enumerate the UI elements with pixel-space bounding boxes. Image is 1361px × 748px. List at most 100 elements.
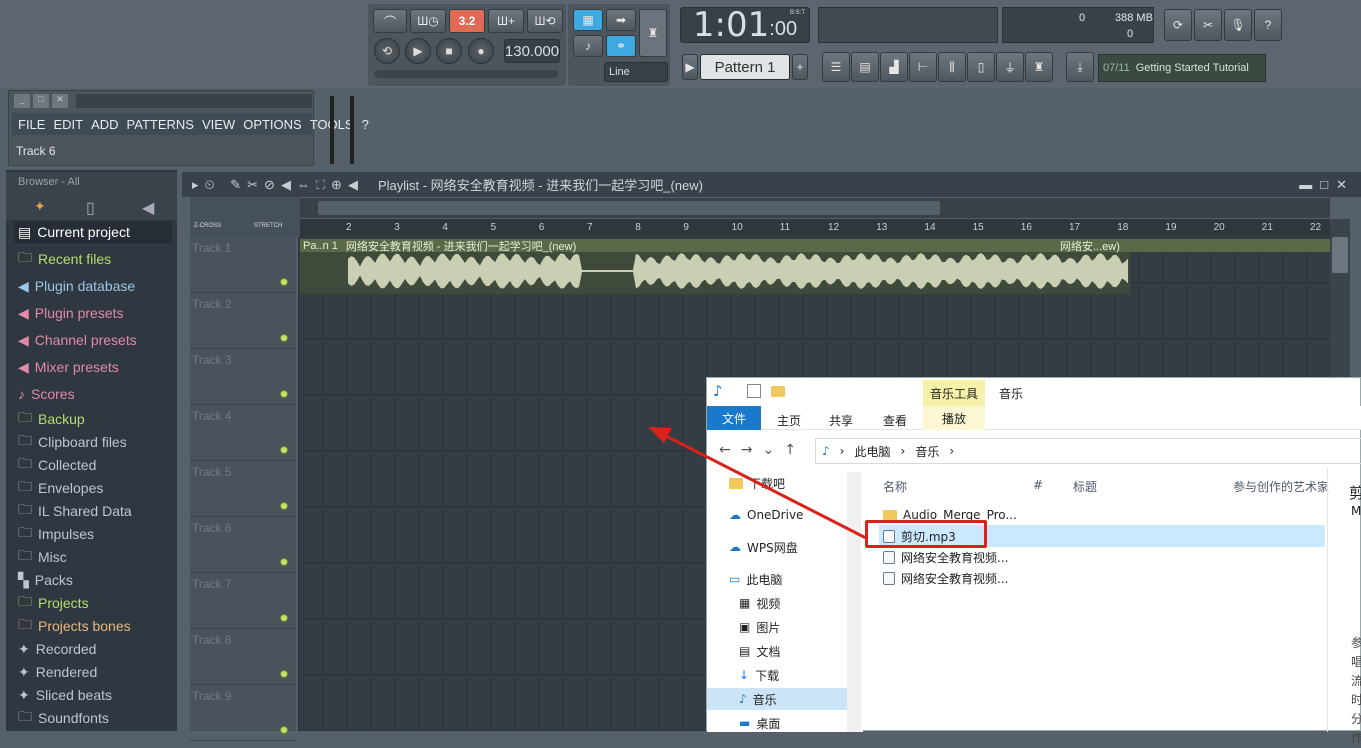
- hscroll-thumb[interactable]: [318, 201, 940, 215]
- track-header[interactable]: Track 3: [190, 349, 296, 405]
- tempo-display[interactable]: 130.000: [504, 39, 560, 63]
- browser-item-envelopes[interactable]: 🗀 Envelopes: [18, 477, 103, 499]
- browser-item-mixer-presets[interactable]: ◀ Mixer presets: [18, 356, 119, 378]
- nav-downloads[interactable]: ↓ 下载: [739, 664, 779, 686]
- browser-item-collected[interactable]: 🗀 Collected: [18, 454, 96, 476]
- pattern-selector[interactable]: Pattern 1: [700, 54, 790, 80]
- snap-icon[interactable]: ♪: [573, 35, 603, 57]
- audio-clip-header[interactable]: Pa..n 1 网络安全教育视频 - 进来我们一起学习吧_(new) 网络安..…: [300, 239, 1330, 253]
- breadcrumb-music[interactable]: 音乐: [915, 443, 939, 460]
- track-enable-led[interactable]: [280, 502, 288, 510]
- file-row[interactable]: 网络安全教育视频...: [883, 547, 1008, 567]
- browser-item-projects[interactable]: 🗀 Projects: [18, 592, 89, 614]
- project-info-icon[interactable]: ▯: [967, 52, 995, 82]
- browser-window-icon[interactable]: ⊢: [909, 52, 937, 82]
- nav-pictures[interactable]: ▣ 图片: [739, 616, 780, 638]
- track-enable-led[interactable]: [280, 334, 288, 342]
- track-enable-led[interactable]: [280, 278, 288, 286]
- breadcrumb-pc[interactable]: 此电脑: [854, 443, 890, 460]
- playlist-tools-icons[interactable]: ▸⏲ ✎✂⊘◀⇔⛶⊕◀: [192, 177, 364, 193]
- browser-speaker-icon[interactable]: ◀: [142, 198, 154, 218]
- browser-item-il-shared-data[interactable]: 🗀 IL Shared Data: [18, 500, 132, 522]
- file-row[interactable]: 网络安全教育视频...: [883, 568, 1008, 588]
- master-volume-slider[interactable]: [330, 96, 334, 164]
- track-enable-led[interactable]: [280, 726, 288, 734]
- col-title[interactable]: 标题: [1073, 478, 1097, 495]
- menu-view[interactable]: VIEW: [202, 117, 235, 132]
- undo-icon[interactable]: ⟳: [1164, 9, 1192, 41]
- menu-help[interactable]: ?: [362, 117, 369, 132]
- address-bar[interactable]: ♪ › 此电脑 › 音乐 ›: [815, 438, 1361, 464]
- browser-item-misc[interactable]: 🗀 Misc: [18, 546, 67, 568]
- download-icon[interactable]: ⤓: [1066, 52, 1094, 82]
- tempo-tapper-icon[interactable]: ♜: [1025, 52, 1053, 82]
- browser-filter[interactable]: Browser - All: [18, 176, 80, 188]
- browser-item-impulses[interactable]: 🗀 Impulses: [18, 523, 94, 545]
- col-name[interactable]: 名称: [883, 478, 907, 495]
- browser-item-plugin-database[interactable]: ◀ Plugin database: [18, 275, 135, 297]
- menu-options[interactable]: OPTIONS: [243, 117, 302, 132]
- browser-snap-icon[interactable]: ✦: [34, 198, 46, 215]
- track-header[interactable]: Track 8: [190, 629, 296, 685]
- track-header[interactable]: Track 9: [190, 685, 296, 741]
- track-header[interactable]: Track 6: [190, 517, 296, 573]
- nav-onedrive[interactable]: ☁ OneDrive: [729, 504, 803, 526]
- browser-item-recent-files[interactable]: 🗀 Recent files: [18, 248, 111, 270]
- track-enable-led[interactable]: [280, 446, 288, 454]
- track-enable-led[interactable]: [280, 558, 288, 566]
- ribbon-tab-share[interactable]: 共享: [829, 412, 853, 429]
- play-button[interactable]: ▶: [405, 38, 431, 64]
- playlist-window-controls[interactable]: ▬□✕: [1299, 177, 1355, 193]
- nav-videos[interactable]: ▦ 视频: [739, 592, 780, 614]
- song-position-display[interactable]: 1:01 :00 B:S:T: [680, 5, 810, 45]
- step-edit-button[interactable]: Ш+: [488, 9, 524, 33]
- tap-tempo-button[interactable]: ♜: [639, 9, 667, 57]
- metronome-button[interactable]: ⌒: [373, 9, 407, 33]
- snap-selector[interactable]: Line: [604, 62, 668, 82]
- master-pitch-slider[interactable]: [374, 70, 558, 78]
- nav-arrows[interactable]: ←→⌄↑: [719, 442, 806, 458]
- countdown-lcd[interactable]: 3.2: [449, 9, 485, 33]
- browser-item-plugin-presets[interactable]: ◀ Plugin presets: [18, 302, 124, 324]
- browser-item-clipboard-files[interactable]: 🗀 Clipboard files: [18, 431, 127, 453]
- nav-music[interactable]: ♪ 音乐: [739, 688, 777, 710]
- loop-mode-icon[interactable]: ⟲: [374, 38, 400, 64]
- ribbon-tab-file[interactable]: 文件: [707, 406, 761, 430]
- folder-icon[interactable]: [771, 386, 785, 400]
- track-header[interactable]: Track 1: [190, 237, 296, 293]
- master-pitch-knob[interactable]: [350, 96, 354, 164]
- music-tools-tab[interactable]: 音乐工具: [923, 380, 985, 406]
- tutorial-panel[interactable]: 07/11 Getting Started Tutorial: [1098, 54, 1266, 82]
- channel-rack-icon[interactable]: ▤: [851, 52, 879, 82]
- menu-patterns[interactable]: PATTERNS: [127, 117, 194, 132]
- browser-item-recorded[interactable]: ✦ Recorded: [18, 638, 96, 660]
- nav-this-pc[interactable]: ▭ 此电脑: [729, 568, 782, 590]
- loop-record-button[interactable]: Ш⟲: [527, 9, 563, 33]
- nav-scrollbar[interactable]: [847, 472, 861, 732]
- record-button[interactable]: ●: [468, 38, 494, 64]
- pattern-add-button[interactable]: +: [792, 54, 808, 80]
- browser-item-sliced-beats[interactable]: ✦ Sliced beats: [18, 684, 112, 706]
- track-header[interactable]: Track 7: [190, 573, 296, 629]
- col-number[interactable]: #: [1033, 478, 1043, 492]
- browser-file-icon[interactable]: ▯: [86, 198, 95, 218]
- playlist-hscroll[interactable]: [300, 198, 1330, 218]
- ribbon-tab-home[interactable]: 主页: [777, 412, 801, 429]
- typing-keyboard-button[interactable]: ▦: [573, 9, 603, 31]
- menu-file[interactable]: FILE: [18, 117, 45, 132]
- track-enable-led[interactable]: [280, 390, 288, 398]
- track-enable-led[interactable]: [280, 614, 288, 622]
- mixer-icon[interactable]: ⫼: [938, 52, 966, 82]
- menu-edit[interactable]: EDIT: [53, 117, 83, 132]
- maximize-icon[interactable]: □: [33, 94, 49, 108]
- properties-icon[interactable]: [747, 384, 761, 398]
- track-enable-led[interactable]: [280, 670, 288, 678]
- browser-item-backup[interactable]: 🗀 Backup: [18, 408, 85, 430]
- browser-item-soundfonts[interactable]: 🗀 Soundfonts: [18, 707, 109, 729]
- minimize-icon[interactable]: _: [14, 94, 30, 108]
- track-header[interactable]: Track 4: [190, 405, 296, 461]
- microphone-icon[interactable]: 🎙: [1224, 9, 1252, 41]
- menu-add[interactable]: ADD: [91, 117, 118, 132]
- nav-wps[interactable]: ☁ WPS网盘: [729, 536, 798, 558]
- browser-item-projects-bones[interactable]: 🗀 Projects bones: [18, 615, 131, 637]
